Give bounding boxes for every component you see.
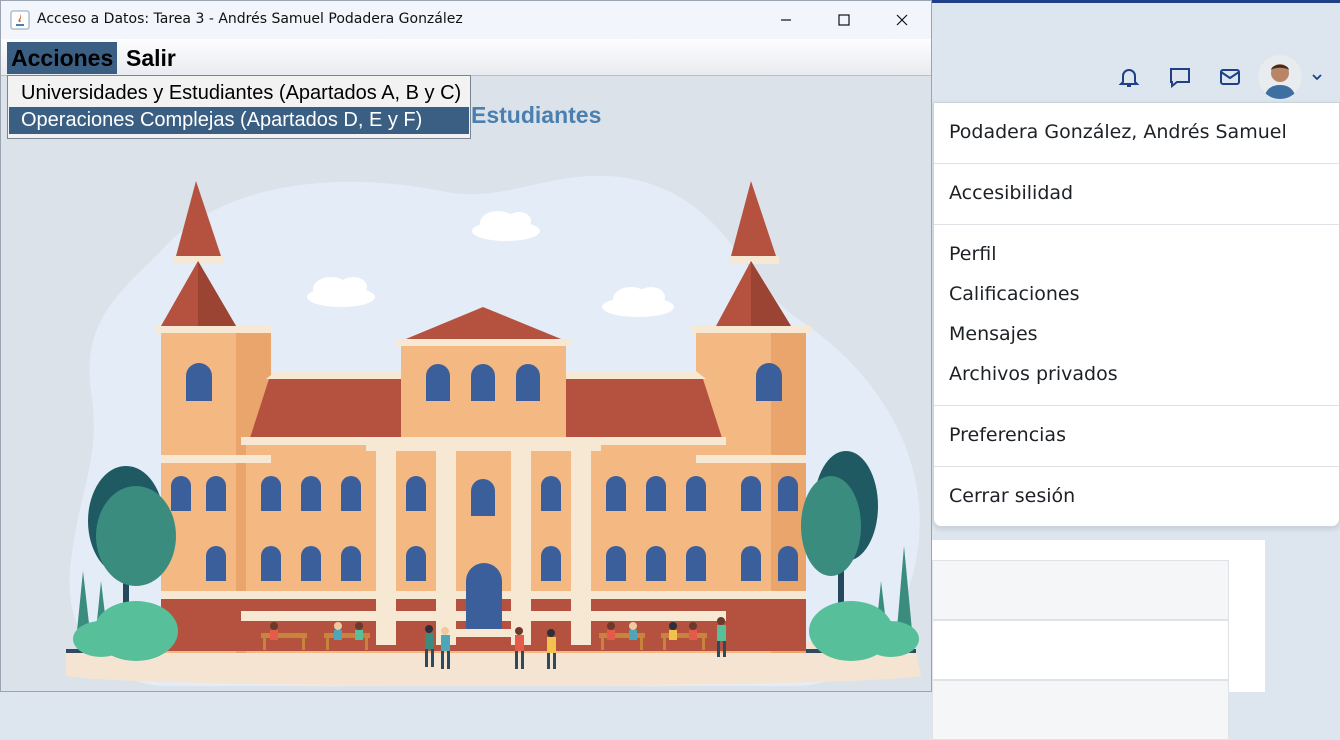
menu-item-mensajes[interactable]: Mensajes: [949, 323, 1038, 345]
menu-item-archivos-privados[interactable]: Archivos privados: [949, 363, 1118, 385]
bell-icon[interactable]: [1114, 62, 1144, 92]
menu-divider: [934, 466, 1339, 467]
menu-item-universidades-estudiantes[interactable]: Universidades y Estudiantes (Apartados A…: [9, 80, 469, 107]
maximize-button[interactable]: [815, 1, 873, 39]
menu-acciones[interactable]: Acciones: [7, 42, 118, 74]
java-app-icon: [10, 10, 30, 30]
chat-icon[interactable]: [1165, 62, 1195, 92]
menu-item-preferencias[interactable]: Preferencias: [949, 424, 1066, 446]
user-full-name: Podadera González, Andrés Samuel: [949, 121, 1287, 143]
maximize-icon: [838, 14, 850, 26]
menu-item-operaciones-complejas[interactable]: Operaciones Complejas (Apartados D, E y …: [9, 107, 469, 134]
user-avatar[interactable]: [1258, 55, 1302, 99]
minimize-button[interactable]: [757, 1, 815, 39]
window-title: Acceso a Datos: Tarea 3 - Andrés Samuel …: [37, 11, 463, 27]
user-dropdown-menu: Podadera González, Andrés Samuel Accesib…: [933, 102, 1340, 527]
content-row: [932, 560, 1229, 620]
university-building-illustration: [66, 175, 921, 686]
menu-bar: Acciones Salir: [1, 39, 931, 76]
acciones-popup-menu: Universidades y Estudiantes (Apartados A…: [7, 75, 471, 139]
chevron-down-icon[interactable]: [1310, 70, 1324, 84]
window-titlebar[interactable]: Acceso a Datos: Tarea 3 - Andrés Samuel …: [1, 1, 931, 39]
section-heading: Estudiantes: [471, 102, 602, 128]
close-button[interactable]: [873, 1, 931, 39]
menu-divider: [934, 405, 1339, 406]
menu-divider: [934, 224, 1339, 225]
menu-item-perfil[interactable]: Perfil: [949, 243, 997, 265]
java-application-window: Acceso a Datos: Tarea 3 - Andrés Samuel …: [0, 0, 932, 692]
menu-item-calificaciones[interactable]: Calificaciones: [949, 283, 1080, 305]
content-row: [932, 680, 1229, 740]
content-row: [932, 620, 1229, 680]
menu-salir[interactable]: Salir: [122, 42, 180, 74]
menu-item-accesibilidad[interactable]: Accesibilidad: [949, 182, 1073, 204]
mail-icon[interactable]: [1215, 62, 1245, 92]
menu-divider: [934, 163, 1339, 164]
minimize-icon: [781, 19, 791, 21]
menu-item-cerrar-sesion[interactable]: Cerrar sesión: [949, 485, 1075, 507]
close-icon: [896, 14, 908, 26]
